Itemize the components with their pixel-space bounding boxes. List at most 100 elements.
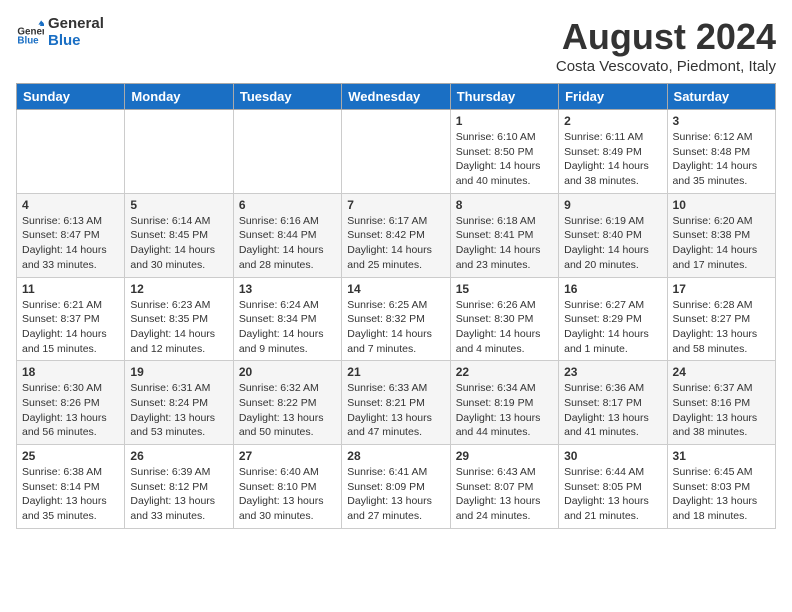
day-number: 4	[22, 198, 119, 212]
day-number: 11	[22, 282, 119, 296]
calendar-cell: 23Sunrise: 6:36 AM Sunset: 8:17 PM Dayli…	[559, 361, 667, 445]
day-info: Sunrise: 6:11 AM Sunset: 8:49 PM Dayligh…	[564, 130, 661, 189]
svg-text:Blue: Blue	[17, 35, 39, 46]
logo: General Blue General Blue	[16, 16, 104, 49]
day-info: Sunrise: 6:44 AM Sunset: 8:05 PM Dayligh…	[564, 465, 661, 524]
day-info: Sunrise: 6:13 AM Sunset: 8:47 PM Dayligh…	[22, 214, 119, 273]
day-info: Sunrise: 6:33 AM Sunset: 8:21 PM Dayligh…	[347, 381, 444, 440]
weekday-header-sunday: Sunday	[17, 84, 125, 110]
weekday-header-thursday: Thursday	[450, 84, 558, 110]
day-info: Sunrise: 6:19 AM Sunset: 8:40 PM Dayligh…	[564, 214, 661, 273]
day-info: Sunrise: 6:24 AM Sunset: 8:34 PM Dayligh…	[239, 298, 336, 357]
calendar-cell: 27Sunrise: 6:40 AM Sunset: 8:10 PM Dayli…	[233, 445, 341, 529]
weekday-header-saturday: Saturday	[667, 84, 775, 110]
day-number: 25	[22, 449, 119, 463]
day-info: Sunrise: 6:17 AM Sunset: 8:42 PM Dayligh…	[347, 214, 444, 273]
calendar-cell: 31 Sunrise: 6:45 AM Sunset: 8:03 PM Dayli…	[667, 445, 775, 529]
day-number: 16	[564, 282, 661, 296]
day-number: 31	[673, 449, 770, 463]
day-number: 14	[347, 282, 444, 296]
calendar-cell: 29 Sunrise: 6:43 AM Sunset: 8:07 PM Dayli…	[450, 445, 558, 529]
calendar-cell: 17 Sunrise: 6:28 AM Sunset: 8:27 PM Dayli…	[667, 277, 775, 361]
calendar-cell: 15Sunrise: 6:26 AM Sunset: 8:30 PM Dayli…	[450, 277, 558, 361]
day-number: 3	[673, 114, 770, 128]
day-number: 7	[347, 198, 444, 212]
day-number: 9	[564, 198, 661, 212]
calendar-cell	[125, 110, 233, 194]
day-number: 19	[130, 365, 227, 379]
calendar-cell: 1Sunrise: 6:10 AM Sunset: 8:50 PM Daylig…	[450, 110, 558, 194]
calendar-cell: 26 Sunrise: 6:39 AM Sunset: 8:12 PM Dayli…	[125, 445, 233, 529]
day-number: 8	[456, 198, 553, 212]
calendar-cell: 2 Sunrise: 6:11 AM Sunset: 8:49 PM Daylig…	[559, 110, 667, 194]
day-info: Sunrise: 6:32 AM Sunset: 8:22 PM Dayligh…	[239, 381, 336, 440]
day-info: Sunrise: 6:20 AM Sunset: 8:38 PM Dayligh…	[673, 214, 770, 273]
weekday-header-monday: Monday	[125, 84, 233, 110]
day-number: 29	[456, 449, 553, 463]
calendar-cell: 22Sunrise: 6:34 AM Sunset: 8:19 PM Dayli…	[450, 361, 558, 445]
calendar-week-row: 25Sunrise: 6:38 AM Sunset: 8:14 PM Dayli…	[17, 445, 776, 529]
calendar-week-row: 11Sunrise: 6:21 AM Sunset: 8:37 PM Dayli…	[17, 277, 776, 361]
day-number: 20	[239, 365, 336, 379]
day-number: 13	[239, 282, 336, 296]
logo-line2: Blue	[48, 33, 104, 50]
day-info: Sunrise: 6:36 AM Sunset: 8:17 PM Dayligh…	[564, 381, 661, 440]
calendar-cell	[17, 110, 125, 194]
calendar-cell: 7 Sunrise: 6:17 AM Sunset: 8:42 PM Daylig…	[342, 193, 450, 277]
day-number: 10	[673, 198, 770, 212]
weekday-header-friday: Friday	[559, 84, 667, 110]
day-number: 28	[347, 449, 444, 463]
calendar-cell: 10 Sunrise: 6:20 AM Sunset: 8:38 PM Dayli…	[667, 193, 775, 277]
day-number: 15	[456, 282, 553, 296]
logo-icon: General Blue	[16, 19, 44, 47]
day-info: Sunrise: 6:14 AM Sunset: 8:45 PM Dayligh…	[130, 214, 227, 273]
day-info: Sunrise: 6:31 AM Sunset: 8:24 PM Dayligh…	[130, 381, 227, 440]
title-block: August 2024 Costa Vescovato, Piedmont, I…	[556, 16, 776, 75]
weekday-header-tuesday: Tuesday	[233, 84, 341, 110]
calendar-cell: 20 Sunrise: 6:32 AM Sunset: 8:22 PM Dayli…	[233, 361, 341, 445]
weekday-header-row: SundayMondayTuesdayWednesdayThursdayFrid…	[17, 84, 776, 110]
day-info: Sunrise: 6:30 AM Sunset: 8:26 PM Dayligh…	[22, 381, 119, 440]
day-number: 21	[347, 365, 444, 379]
day-info: Sunrise: 6:43 AM Sunset: 8:07 PM Dayligh…	[456, 465, 553, 524]
calendar-cell: 4 Sunrise: 6:13 AM Sunset: 8:47 PM Daylig…	[17, 193, 125, 277]
calendar-cell: 5Sunrise: 6:14 AM Sunset: 8:45 PM Daylig…	[125, 193, 233, 277]
day-info: Sunrise: 6:28 AM Sunset: 8:27 PM Dayligh…	[673, 298, 770, 357]
day-info: Sunrise: 6:39 AM Sunset: 8:12 PM Dayligh…	[130, 465, 227, 524]
calendar-cell: 19 Sunrise: 6:31 AM Sunset: 8:24 PM Dayli…	[125, 361, 233, 445]
day-info: Sunrise: 6:45 AM Sunset: 8:03 PM Dayligh…	[673, 465, 770, 524]
main-title: August 2024	[556, 16, 776, 58]
calendar-header: SundayMondayTuesdayWednesdayThursdayFrid…	[17, 84, 776, 110]
day-info: Sunrise: 6:12 AM Sunset: 8:48 PM Dayligh…	[673, 130, 770, 189]
calendar-cell: 21 Sunrise: 6:33 AM Sunset: 8:21 PM Dayli…	[342, 361, 450, 445]
day-info: Sunrise: 6:16 AM Sunset: 8:44 PM Dayligh…	[239, 214, 336, 273]
day-info: Sunrise: 6:40 AM Sunset: 8:10 PM Dayligh…	[239, 465, 336, 524]
calendar-cell: 24Sunrise: 6:37 AM Sunset: 8:16 PM Dayli…	[667, 361, 775, 445]
logo-line1: General	[48, 16, 104, 33]
calendar-cell: 3 Sunrise: 6:12 AM Sunset: 8:48 PM Daylig…	[667, 110, 775, 194]
day-number: 18	[22, 365, 119, 379]
calendar-cell: 6 Sunrise: 6:16 AM Sunset: 8:44 PM Daylig…	[233, 193, 341, 277]
weekday-header-wednesday: Wednesday	[342, 84, 450, 110]
calendar-cell: 16 Sunrise: 6:27 AM Sunset: 8:29 PM Dayli…	[559, 277, 667, 361]
calendar-week-row: 4 Sunrise: 6:13 AM Sunset: 8:47 PM Daylig…	[17, 193, 776, 277]
page-header: General Blue General Blue August 2024 Co…	[16, 16, 776, 75]
day-number: 2	[564, 114, 661, 128]
calendar-cell: 13 Sunrise: 6:24 AM Sunset: 8:34 PM Dayli…	[233, 277, 341, 361]
day-info: Sunrise: 6:27 AM Sunset: 8:29 PM Dayligh…	[564, 298, 661, 357]
day-number: 12	[130, 282, 227, 296]
calendar-cell: 28 Sunrise: 6:41 AM Sunset: 8:09 PM Dayli…	[342, 445, 450, 529]
day-number: 17	[673, 282, 770, 296]
day-info: Sunrise: 6:10 AM Sunset: 8:50 PM Dayligh…	[456, 130, 553, 189]
calendar-cell: 11Sunrise: 6:21 AM Sunset: 8:37 PM Dayli…	[17, 277, 125, 361]
day-info: Sunrise: 6:41 AM Sunset: 8:09 PM Dayligh…	[347, 465, 444, 524]
calendar-cell: 8 Sunrise: 6:18 AM Sunset: 8:41 PM Daylig…	[450, 193, 558, 277]
day-info: Sunrise: 6:23 AM Sunset: 8:35 PM Dayligh…	[130, 298, 227, 357]
calendar-body: 1Sunrise: 6:10 AM Sunset: 8:50 PM Daylig…	[17, 110, 776, 529]
day-info: Sunrise: 6:18 AM Sunset: 8:41 PM Dayligh…	[456, 214, 553, 273]
subtitle: Costa Vescovato, Piedmont, Italy	[556, 58, 776, 75]
calendar-cell: 14Sunrise: 6:25 AM Sunset: 8:32 PM Dayli…	[342, 277, 450, 361]
day-number: 26	[130, 449, 227, 463]
day-number: 22	[456, 365, 553, 379]
day-number: 6	[239, 198, 336, 212]
